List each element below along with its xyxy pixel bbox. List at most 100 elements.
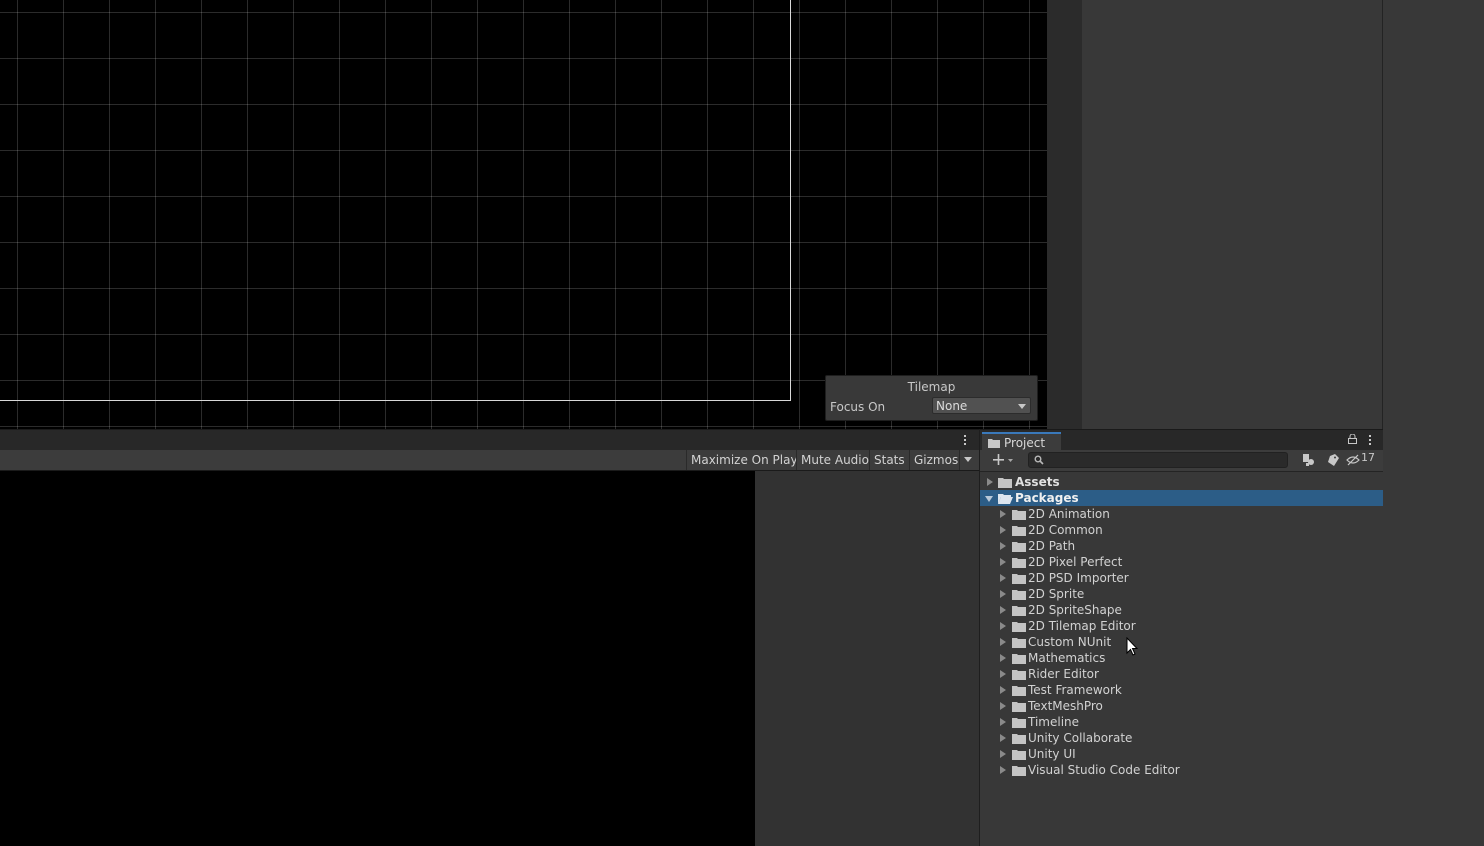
folder-icon xyxy=(1012,542,1026,552)
tree-item-label: Test Framework xyxy=(1028,683,1122,697)
tree-item-label: 2D Path xyxy=(1028,539,1076,553)
expand-arrow-icon[interactable] xyxy=(1000,542,1006,550)
expand-arrow-icon[interactable] xyxy=(987,478,993,486)
folder-icon xyxy=(1012,558,1026,568)
expand-arrow-icon[interactable] xyxy=(1000,622,1006,630)
lock-icon[interactable] xyxy=(1348,434,1357,444)
kebab-menu-icon[interactable] xyxy=(961,433,969,447)
expand-arrow-icon[interactable] xyxy=(1000,526,1006,534)
tree-item-package[interactable]: Timeline xyxy=(980,714,1383,730)
folder-icon xyxy=(1012,574,1026,584)
folder-icon xyxy=(1012,606,1026,616)
expand-arrow-icon[interactable] xyxy=(1000,638,1006,646)
tree-item-label: Visual Studio Code Editor xyxy=(1028,763,1180,777)
tree-item-packages[interactable]: Packages xyxy=(980,490,1383,506)
label-tag-icon[interactable] xyxy=(1323,452,1345,468)
tree-item-label: 2D PSD Importer xyxy=(1028,571,1129,585)
focus-on-value: None xyxy=(936,399,968,413)
scene-view[interactable] xyxy=(0,0,1047,429)
folder-icon xyxy=(1012,670,1026,680)
tree-item-label: 2D Tilemap Editor xyxy=(1028,619,1136,633)
expand-arrow-icon[interactable] xyxy=(1000,590,1006,598)
mute-audio-button[interactable]: Mute Audio xyxy=(796,450,869,470)
maximize-on-play-button[interactable]: Maximize On Play xyxy=(686,450,798,470)
tree-item-package[interactable]: Test Framework xyxy=(980,682,1383,698)
tree-item-package[interactable]: TextMeshPro xyxy=(980,698,1383,714)
folder-icon xyxy=(1012,718,1026,728)
folder-icon xyxy=(1012,686,1026,696)
game-view-header xyxy=(0,429,979,451)
search-field[interactable] xyxy=(1028,452,1288,468)
camera-bounds xyxy=(0,0,791,401)
tab-project-label: Project xyxy=(1004,436,1046,450)
tree-item-package[interactable]: 2D Path xyxy=(980,538,1383,554)
tree-item-package[interactable]: 2D Sprite xyxy=(980,586,1383,602)
tree-item-label: 2D SpriteShape xyxy=(1028,603,1122,617)
stats-button[interactable]: Stats xyxy=(869,450,909,470)
search-by-type-icon[interactable] xyxy=(1298,452,1320,468)
folder-icon xyxy=(1012,510,1026,520)
tree-item-package[interactable]: 2D Common xyxy=(980,522,1383,538)
folder-icon xyxy=(1012,526,1026,536)
kebab-menu-icon[interactable] xyxy=(1366,434,1374,448)
expand-arrow-icon[interactable] xyxy=(1000,574,1006,582)
plus-icon[interactable] xyxy=(985,452,1013,468)
expand-arrow-icon[interactable] xyxy=(1000,766,1006,774)
eye-slash-icon[interactable] xyxy=(1346,452,1360,468)
tree-item-package[interactable]: Unity UI xyxy=(980,746,1383,762)
folder-icon xyxy=(1012,590,1026,600)
tree-item-package[interactable]: Visual Studio Code Editor xyxy=(980,762,1383,778)
tilemap-overlay: Tilemap Focus On None xyxy=(825,375,1038,421)
expand-arrow-icon[interactable] xyxy=(1000,718,1006,726)
folder-icon xyxy=(1012,638,1026,648)
tree-item-label: 2D Common xyxy=(1028,523,1103,537)
expand-arrow-icon[interactable] xyxy=(1000,686,1006,694)
folder-icon xyxy=(1012,734,1026,744)
project-folder-tree: Assets Packages 2D Animation 2D Common 2… xyxy=(980,472,1383,846)
tree-item-package[interactable]: 2D Pixel Perfect xyxy=(980,554,1383,570)
expand-arrow-icon[interactable] xyxy=(1000,654,1006,662)
tree-item-label: Custom NUnit xyxy=(1028,635,1112,649)
chevron-down-icon xyxy=(1018,404,1026,409)
game-view-toolbar: Maximize On Play Mute Audio Stats Gizmos xyxy=(0,450,979,471)
tree-item-label: Unity Collaborate xyxy=(1028,731,1133,745)
focus-on-label: Focus On xyxy=(830,400,886,414)
folder-icon xyxy=(1012,622,1026,632)
focus-on-dropdown[interactable]: None xyxy=(932,397,1031,414)
folder-icon xyxy=(1012,702,1026,712)
tree-item-package[interactable]: Rider Editor xyxy=(980,666,1383,682)
tree-item-package[interactable]: 2D SpriteShape xyxy=(980,602,1383,618)
tree-item-package[interactable]: Custom NUnit xyxy=(980,634,1383,650)
expand-arrow-icon[interactable] xyxy=(1000,558,1006,566)
chevron-down-icon xyxy=(964,457,972,462)
expand-arrow-icon[interactable] xyxy=(1000,606,1006,614)
expand-arrow-icon[interactable] xyxy=(1000,702,1006,710)
tree-item-package[interactable]: 2D Animation xyxy=(980,506,1383,522)
gizmos-button[interactable]: Gizmos xyxy=(909,450,959,470)
expand-arrow-icon[interactable] xyxy=(1000,670,1006,678)
tree-item-package[interactable]: Unity Collaborate xyxy=(980,730,1383,746)
expand-arrow-icon[interactable] xyxy=(1000,750,1006,758)
tree-item-package[interactable]: 2D PSD Importer xyxy=(980,570,1383,586)
folder-icon xyxy=(1012,654,1026,664)
folder-icon xyxy=(1012,750,1026,760)
tree-item-label: Unity UI xyxy=(1028,747,1076,761)
game-view-side-area xyxy=(755,471,979,846)
tab-project[interactable]: Project xyxy=(982,432,1061,452)
collapse-arrow-icon[interactable] xyxy=(985,496,993,502)
tree-item-label: Assets xyxy=(1015,475,1060,489)
game-view[interactable] xyxy=(0,471,755,846)
tree-item-package[interactable]: Mathematics xyxy=(980,650,1383,666)
expand-arrow-icon[interactable] xyxy=(1000,734,1006,742)
tree-item-package[interactable]: 2D Tilemap Editor xyxy=(980,618,1383,634)
scene-side-gutter xyxy=(1047,0,1082,429)
folder-icon xyxy=(988,439,1000,448)
tree-item-label: 2D Animation xyxy=(1028,507,1110,521)
search-input[interactable] xyxy=(1047,453,1277,467)
mouse-cursor-icon xyxy=(1126,637,1138,656)
expand-arrow-icon[interactable] xyxy=(1000,510,1006,518)
tree-item-assets[interactable]: Assets xyxy=(980,474,1383,490)
tree-item-label: Rider Editor xyxy=(1028,667,1099,681)
project-toolbar: 17 xyxy=(980,450,1383,472)
open-folder-icon xyxy=(998,494,1013,504)
